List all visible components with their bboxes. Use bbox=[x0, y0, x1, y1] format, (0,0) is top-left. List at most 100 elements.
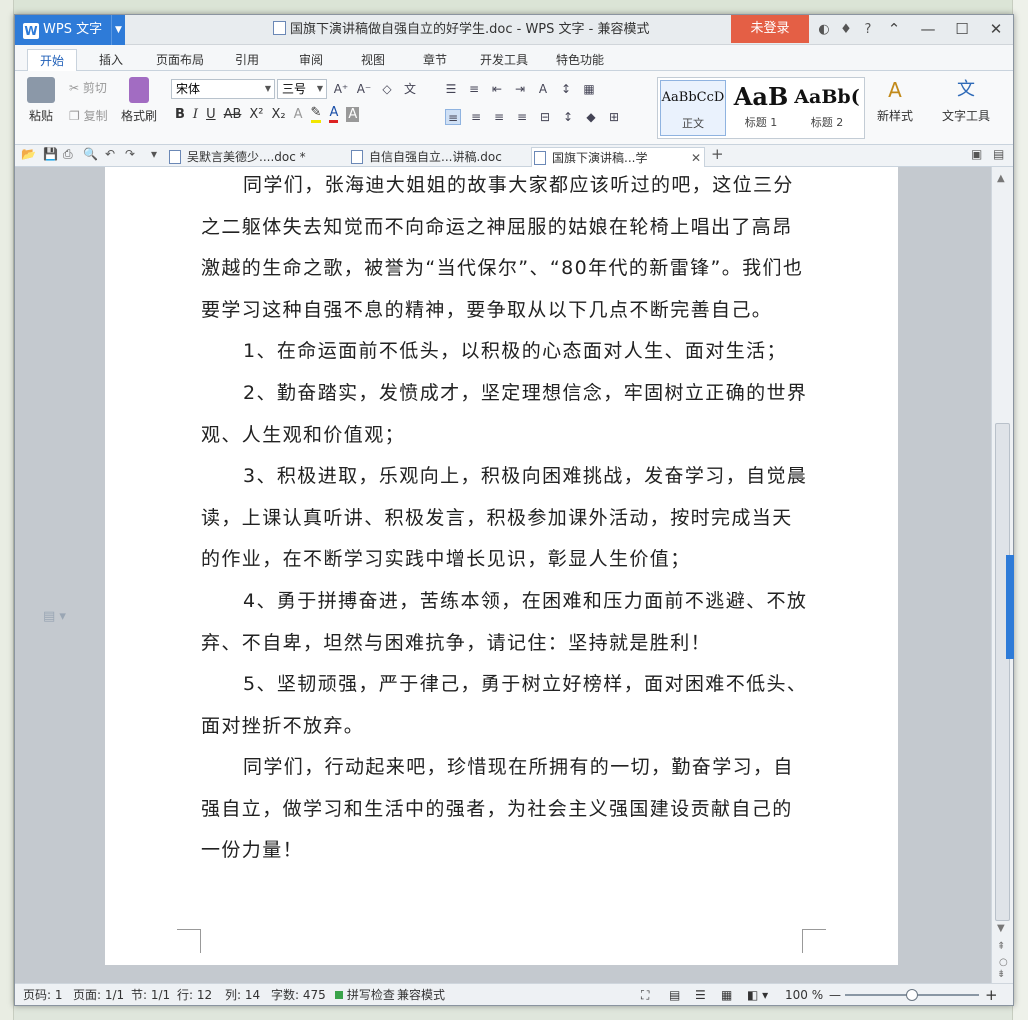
scroll-up-icon[interactable]: ▲ bbox=[997, 173, 1005, 184]
status-word-count[interactable]: 字数: 475 bbox=[271, 984, 326, 1006]
align-left-icon[interactable]: ≡ bbox=[445, 109, 461, 125]
tab-developer[interactable]: 开发工具 bbox=[475, 49, 533, 71]
font-size-select[interactable]: 三号 ▼ bbox=[277, 79, 327, 99]
tab-menu-icon[interactable]: ▤ bbox=[993, 147, 1004, 161]
undo-icon[interactable]: ↶ bbox=[105, 147, 115, 161]
outline-view-icon[interactable]: ☰ bbox=[695, 984, 706, 1006]
paragraph[interactable]: 1、在命运面前不低头，以积极的心态面对人生、面对生活； bbox=[201, 331, 811, 373]
doc-tab[interactable]: 自信自强自立...讲稿.doc bbox=[349, 147, 529, 167]
table-icon[interactable]: ▦ bbox=[581, 81, 597, 97]
print-preview-icon[interactable]: 🔍 bbox=[83, 147, 98, 161]
shading-icon[interactable]: ◆ bbox=[583, 109, 599, 125]
text-tools-button[interactable]: 文 文字工具 bbox=[935, 77, 997, 124]
app-menu-button[interactable]: W WPS 文字 ▼ bbox=[15, 15, 125, 45]
tab-insert[interactable]: 插入 bbox=[93, 49, 129, 71]
status-pages[interactable]: 页面: 1/1 bbox=[73, 984, 124, 1006]
superscript-icon[interactable]: X² bbox=[249, 107, 263, 122]
font-name-select[interactable]: 宋体 ▼ bbox=[171, 79, 275, 99]
style-heading-1[interactable]: AaB 标题 1 bbox=[728, 80, 794, 136]
zoom-level[interactable]: 100 % bbox=[785, 984, 823, 1006]
paragraph[interactable]: 5、坚韧顽强，严于律己，勇于树立好榜样，面对困难不低头、面对挫折不放弃。 bbox=[201, 664, 811, 747]
align-center-icon[interactable]: ≡ bbox=[468, 109, 484, 125]
zoom-slider-knob[interactable] bbox=[906, 989, 918, 1001]
underline-icon[interactable]: U bbox=[206, 107, 216, 122]
bullet-list-icon[interactable]: ☰ bbox=[443, 81, 459, 97]
justify-icon[interactable]: ≡ bbox=[514, 109, 530, 125]
font-color-icon[interactable]: A bbox=[329, 105, 339, 123]
close-icon[interactable]: ✕ bbox=[979, 15, 1013, 45]
sort-icon[interactable]: ↕ bbox=[558, 81, 574, 97]
grow-font-icon[interactable]: A⁺ bbox=[333, 81, 349, 97]
shrink-font-icon[interactable]: A⁻ bbox=[356, 81, 372, 97]
prev-page-icon[interactable]: ⇞ bbox=[997, 941, 1005, 952]
print-icon[interactable]: ⎙ bbox=[63, 147, 73, 162]
cut-button[interactable]: ✂ 剪切 bbox=[69, 79, 107, 96]
paragraph[interactable]: 2、勤奋踏实，发愤成才，坚定理想信念，牢固树立正确的世界观、人生观和价值观； bbox=[201, 373, 811, 456]
browse-object-icon[interactable]: ○ bbox=[999, 957, 1008, 968]
new-tab-icon[interactable]: + bbox=[711, 145, 724, 163]
reading-mode-icon[interactable]: ◧ ▾ bbox=[747, 984, 768, 1006]
tab-home[interactable]: 开始 bbox=[27, 49, 77, 71]
zoom-out-icon[interactable]: — bbox=[829, 984, 841, 1006]
minimize-icon[interactable]: — bbox=[911, 15, 945, 45]
numbered-list-icon[interactable]: ≡ bbox=[466, 81, 482, 97]
paragraph-handle-icon[interactable]: ▤ ▾ bbox=[43, 609, 66, 624]
doc-tab-active[interactable]: 国旗下演讲稿...学生.doc✕ bbox=[531, 147, 705, 185]
doc-tab[interactable]: 吴默言美德少....doc * bbox=[167, 147, 347, 167]
paragraph[interactable]: 4、勇于拼搏奋进，苦练本领，在困难和压力面前不逃避、不放弃、不自卑，坦然与困难抗… bbox=[201, 581, 811, 664]
pinyin-icon[interactable]: 文 bbox=[402, 81, 418, 97]
fullscreen-view-icon[interactable]: ⛶ bbox=[641, 984, 649, 1006]
save-icon[interactable]: 💾 bbox=[43, 147, 58, 161]
help-icon[interactable]: ? bbox=[859, 21, 877, 39]
paste-button[interactable]: 粘贴 bbox=[23, 77, 59, 124]
char-shading-icon[interactable]: A bbox=[346, 106, 360, 122]
document-page[interactable]: 同学们，张海迪大姐姐的故事大家都应该听过的吧，这位三分之二躯体失去知觉而不向命运… bbox=[105, 167, 898, 965]
zoom-in-icon[interactable]: + bbox=[985, 984, 998, 1006]
new-style-button[interactable]: A 新样式 bbox=[871, 77, 919, 124]
subscript-icon[interactable]: X₂ bbox=[272, 107, 286, 122]
clear-format-icon[interactable]: ◇ bbox=[379, 81, 395, 97]
login-button[interactable]: 未登录 bbox=[731, 15, 809, 43]
paragraph[interactable]: 3、积极进取，乐观向上，积极向困难挑战，发奋学习，自觉晨读，上课认真听讲、积极发… bbox=[201, 456, 811, 581]
copy-button[interactable]: ❐ 复制 bbox=[69, 107, 108, 124]
chevron-down-icon[interactable]: ▼ bbox=[111, 15, 125, 45]
scroll-thumb[interactable] bbox=[995, 423, 1010, 921]
tab-chapter[interactable]: 章节 bbox=[417, 49, 453, 71]
tab-page-layout[interactable]: 页面布局 bbox=[151, 49, 209, 71]
highlight-icon[interactable]: ✎ bbox=[310, 105, 322, 123]
align-right-icon[interactable]: ≡ bbox=[491, 109, 507, 125]
italic-icon[interactable]: I bbox=[193, 107, 198, 122]
paragraph[interactable]: 同学们，行动起来吧，珍惜现在所拥有的一切，勤奋学习，自强自立，做学习和生活中的强… bbox=[201, 747, 811, 872]
quick-access-menu-icon[interactable]: ▾ bbox=[151, 147, 157, 161]
border-icon[interactable]: ⊞ bbox=[606, 109, 622, 125]
style-normal[interactable]: AaBbCcD 正文 bbox=[660, 80, 726, 136]
decrease-indent-icon[interactable]: ⇤ bbox=[489, 81, 505, 97]
shirt-icon[interactable]: ♦ bbox=[837, 21, 855, 39]
tab-review[interactable]: 审阅 bbox=[293, 49, 329, 71]
side-panel-toggle[interactable] bbox=[1006, 555, 1014, 659]
page-view-icon[interactable]: ▤ bbox=[669, 984, 680, 1006]
open-folder-icon[interactable]: 📂 bbox=[21, 147, 36, 161]
spell-check-toggle[interactable]: 拼写检查 bbox=[335, 984, 395, 1006]
format-painter-button[interactable]: 格式刷 bbox=[115, 77, 163, 124]
restore-icon[interactable]: ▣ bbox=[971, 147, 982, 161]
scroll-down-icon[interactable]: ▼ bbox=[997, 923, 1005, 934]
bold-icon[interactable]: B bbox=[175, 107, 185, 122]
line-spacing-icon[interactable]: ↕ bbox=[560, 109, 576, 125]
paragraph[interactable]: 同学们，张海迪大姐姐的故事大家都应该听过的吧，这位三分之二躯体失去知觉而不向命运… bbox=[201, 167, 811, 331]
redo-icon[interactable]: ↷ bbox=[125, 147, 135, 161]
text-effect-icon[interactable]: A bbox=[294, 107, 303, 122]
tab-references[interactable]: 引用 bbox=[229, 49, 265, 71]
web-view-icon[interactable]: ▦ bbox=[721, 984, 732, 1006]
style-heading-2[interactable]: AaBb( 标题 2 bbox=[794, 80, 860, 136]
change-case-icon[interactable]: A bbox=[535, 81, 551, 97]
increase-indent-icon[interactable]: ⇥ bbox=[512, 81, 528, 97]
tab-view[interactable]: 视图 bbox=[355, 49, 391, 71]
strikethrough-icon[interactable]: AB bbox=[224, 107, 242, 122]
maximize-icon[interactable]: ☐ bbox=[945, 15, 979, 45]
collapse-ribbon-icon[interactable]: ⌃ bbox=[877, 15, 911, 45]
vertical-scrollbar[interactable]: ▲ ▼ ⇞ ○ ⇟ bbox=[991, 167, 1014, 983]
skin-icon[interactable]: ◐ bbox=[815, 21, 833, 39]
close-tab-icon[interactable]: ✕ bbox=[691, 148, 701, 168]
tab-special-features[interactable]: 特色功能 bbox=[551, 49, 609, 71]
